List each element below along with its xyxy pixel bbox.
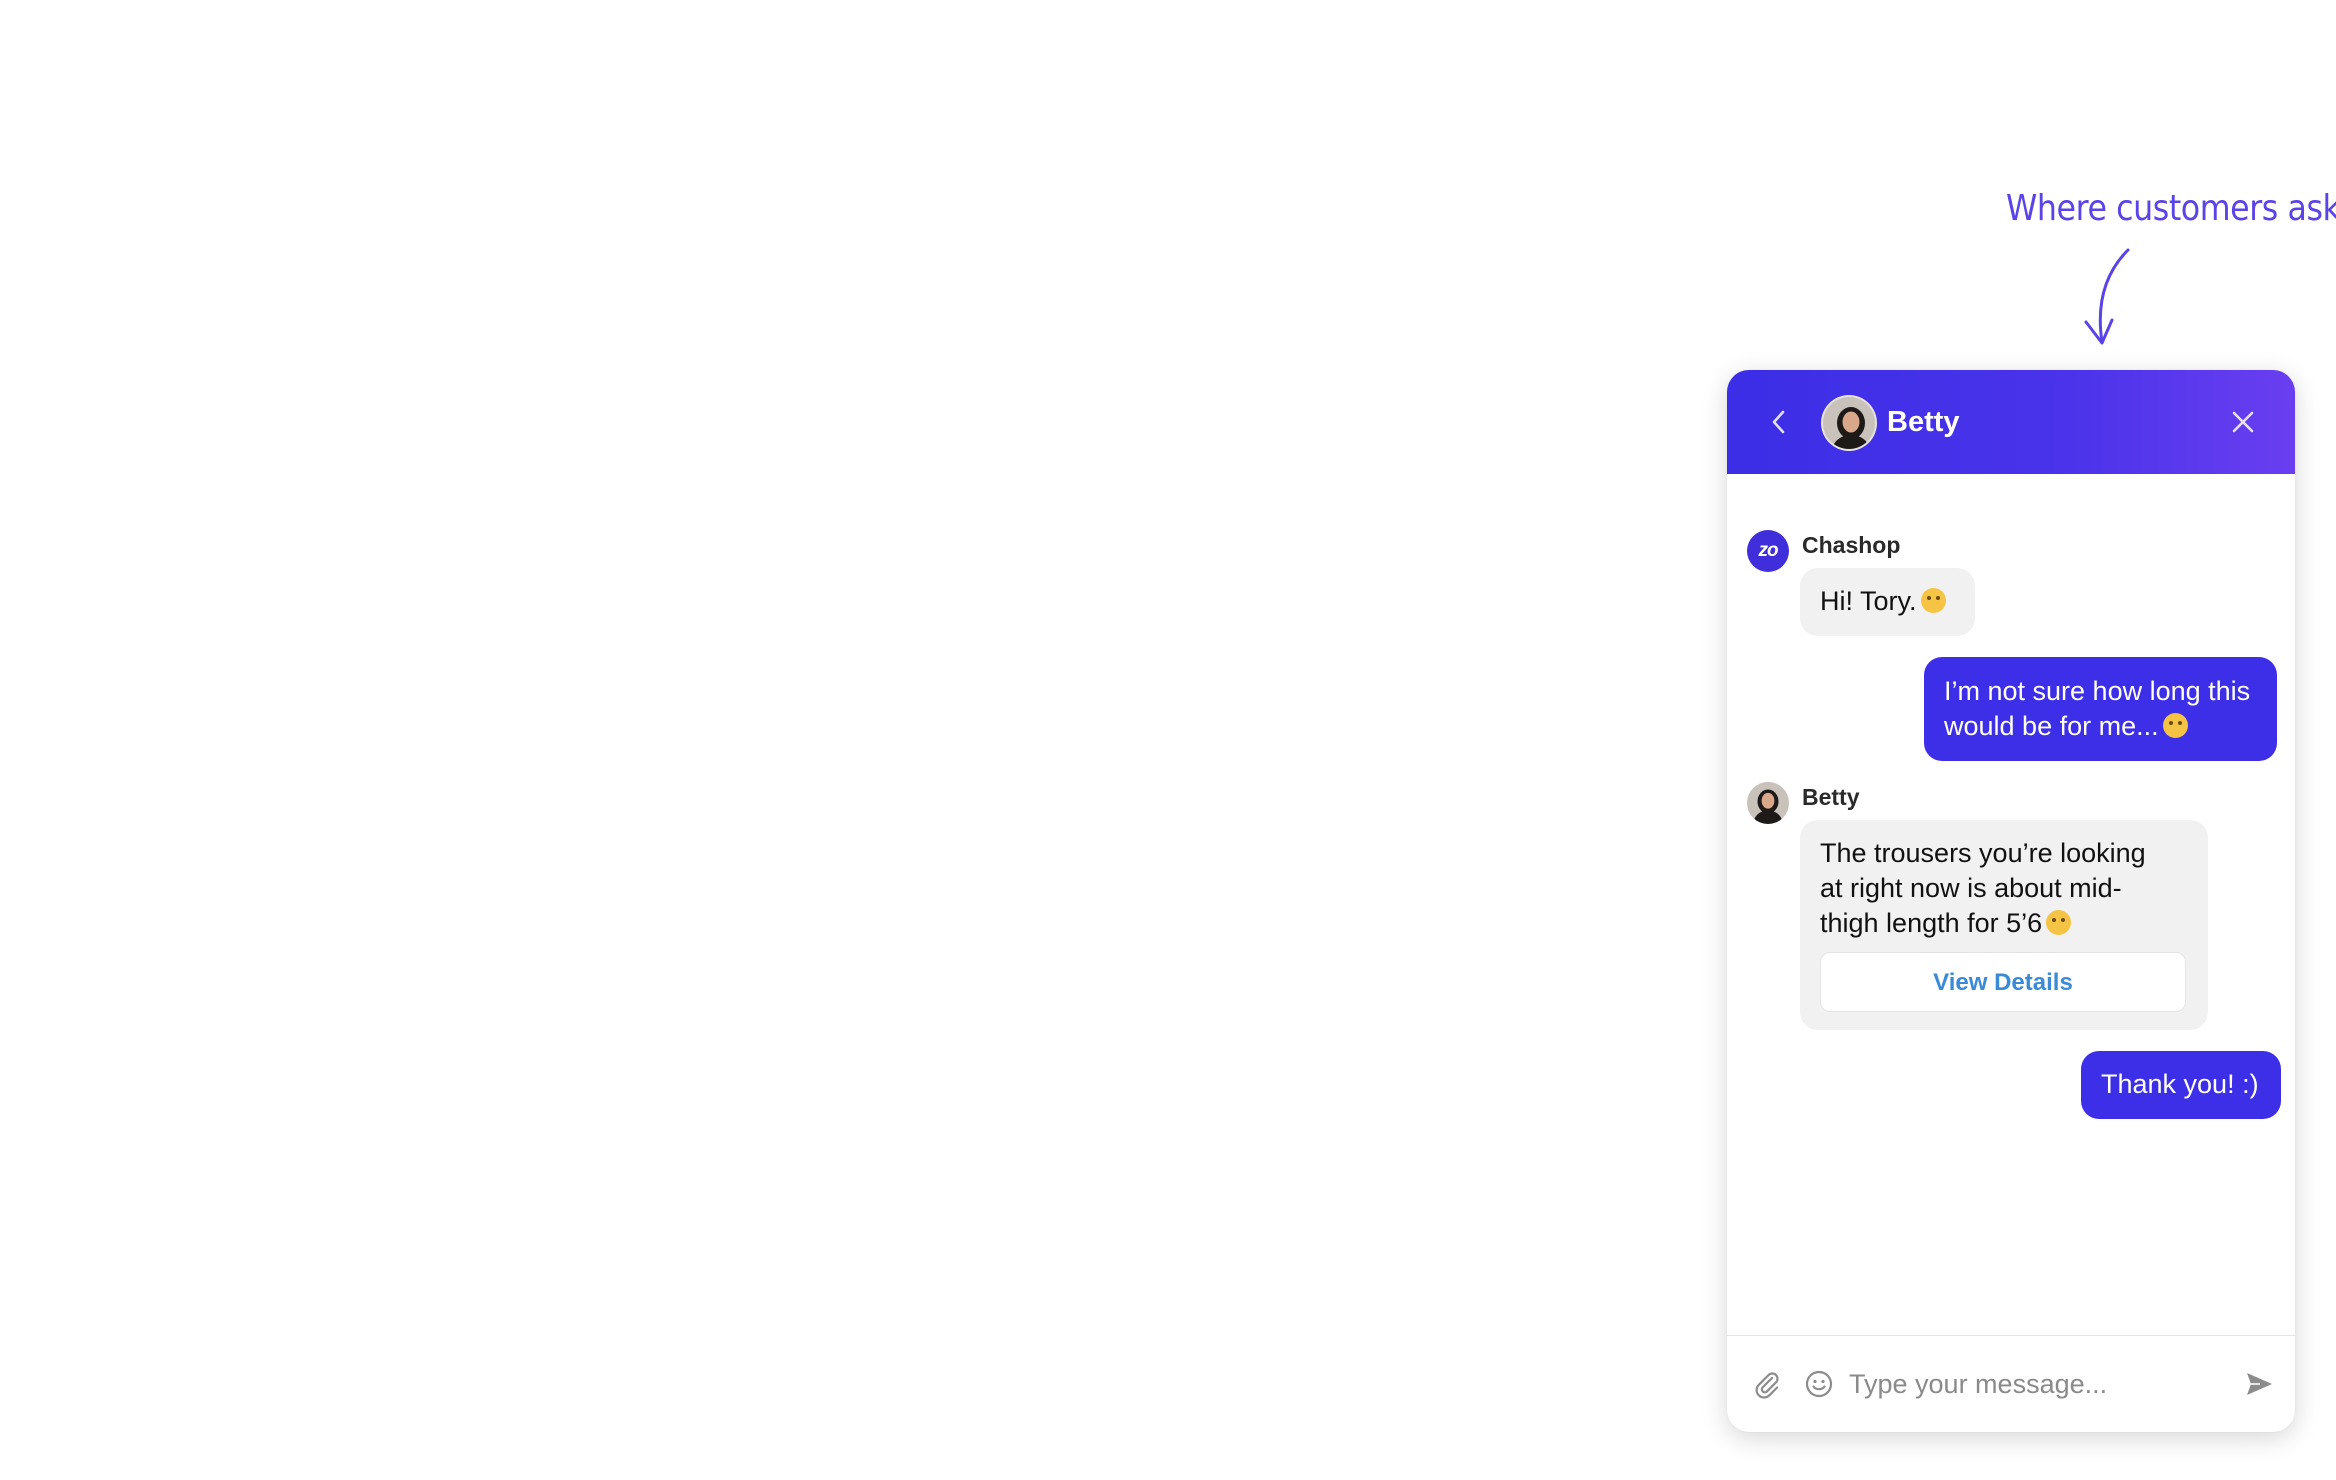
attach-button[interactable]: [1749, 1366, 1785, 1402]
annotation-label: Where customers ask: [2006, 188, 2336, 229]
annotation-arrow-icon: [2084, 248, 2130, 345]
view-details-button[interactable]: View Details: [1820, 952, 2186, 1012]
message-text: would be for me...: [1944, 711, 2159, 741]
message-text: The trousers you’re looking: [1820, 838, 2146, 868]
message-bubble-outgoing: Thank you! :): [2081, 1051, 2281, 1119]
message-text: thigh length for 5’6: [1820, 908, 2043, 938]
agent-avatar: [1747, 782, 1789, 824]
agent-name: Betty: [1887, 406, 1960, 438]
close-icon: [2232, 411, 2254, 433]
emoji-button[interactable]: [1801, 1366, 1837, 1402]
message-bubble-incoming: Hi! Tory.: [1800, 568, 1975, 636]
send-button[interactable]: [2241, 1366, 2277, 1402]
composer-divider: [1727, 1335, 2295, 1336]
waving-hand-icon: [1920, 588, 1946, 613]
person-photo-icon: [1823, 397, 1875, 449]
chat-widget: Betty zo Chashop Hi! Tory. I’m not sure …: [1727, 370, 2295, 1432]
person-photo-icon: [1747, 782, 1789, 824]
sender-name: Chashop: [1802, 532, 1901, 558]
agent-avatar: [1821, 395, 1877, 451]
message-bubble-outgoing: I’m not sure how long this would be for …: [1924, 657, 2277, 761]
chevron-left-icon: [1772, 410, 1785, 434]
message-text: Hi! Tory.: [1820, 586, 1917, 616]
thinking-face-icon: [2162, 713, 2188, 738]
message-input[interactable]: [1849, 1364, 2209, 1404]
message-bubble-incoming: The trousers you’re looking at right now…: [1800, 820, 2208, 1030]
brand-avatar: zo: [1747, 530, 1789, 572]
close-button[interactable]: [2227, 406, 2259, 438]
smiling-face-icon: [2046, 910, 2072, 935]
paperclip-icon: [1755, 1372, 1779, 1399]
sender-name: Betty: [1802, 784, 1860, 810]
page-canvas: Where customers ask Betty zo Chashop Hi!…: [0, 0, 2336, 1480]
message-text: Thank you! :): [2101, 1069, 2259, 1099]
message-text: at right now is about mid-: [1820, 873, 2122, 903]
chat-header: Betty: [1727, 370, 2295, 474]
back-button[interactable]: [1763, 406, 1795, 438]
message-text: I’m not sure how long this: [1944, 676, 2251, 706]
smiley-icon: [1805, 1370, 1833, 1398]
send-icon: [2247, 1373, 2272, 1395]
